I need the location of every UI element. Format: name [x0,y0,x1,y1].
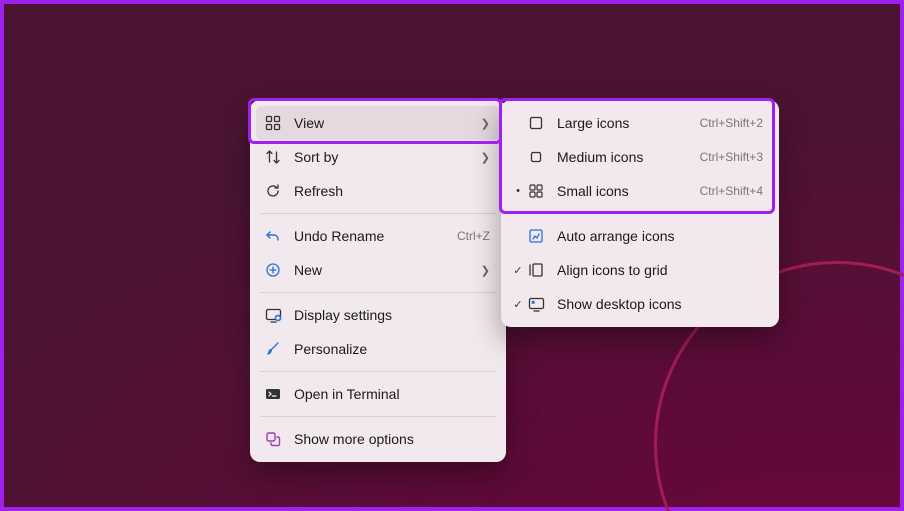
menu-sort-by[interactable]: Sort by ❯ [256,140,500,174]
menu-label: View [294,115,475,131]
menu-label: Auto arrange icons [557,228,763,244]
sort-icon [264,148,282,166]
submenu-align-to-grid[interactable]: ✓ Align icons to grid [507,253,773,287]
submenu-show-desktop-icons[interactable]: ✓ Show desktop icons [507,287,773,321]
new-icon [264,261,282,279]
menu-refresh[interactable]: Refresh [256,174,500,208]
terminal-icon [264,385,282,403]
display-icon [264,306,282,324]
menu-label: Small icons [557,183,690,199]
menu-accel: Ctrl+Shift+4 [700,184,763,198]
desktop-screenshot: View ❯ Sort by ❯ Refresh Undo Rename Ctr… [0,0,904,511]
large-square-icon [527,114,545,132]
menu-terminal[interactable]: Open in Terminal [256,377,500,411]
menu-separator [260,416,496,417]
check-marker-checked: ✓ [511,264,525,277]
menu-accel: Ctrl+Shift+3 [700,150,763,164]
chevron-right-icon: ❯ [481,117,490,130]
menu-new[interactable]: New ❯ [256,253,500,287]
menu-display-settings[interactable]: Display settings [256,298,500,332]
menu-label: Undo Rename [294,228,447,244]
more-icon [264,430,282,448]
grid-icon [264,114,282,132]
menu-label: Show more options [294,431,490,447]
medium-square-icon [527,148,545,166]
menu-view[interactable]: View ❯ [256,106,500,140]
menu-separator [260,371,496,372]
submenu-small-icons[interactable]: • Small icons Ctrl+Shift+4 [507,174,773,208]
chevron-right-icon: ❯ [481,151,490,164]
menu-more-options[interactable]: Show more options [256,422,500,456]
submenu-large-icons[interactable]: Large icons Ctrl+Shift+2 [507,106,773,140]
small-grid-icon [527,182,545,200]
menu-label: Show desktop icons [557,296,763,312]
menu-label: Large icons [557,115,690,131]
menu-label: Medium icons [557,149,690,165]
menu-label: Sort by [294,149,475,165]
context-menu-main: View ❯ Sort by ❯ Refresh Undo Rename Ctr… [250,100,506,462]
menu-separator [511,213,769,214]
menu-label: Align icons to grid [557,262,763,278]
radio-marker-selected: • [511,185,525,197]
undo-icon [264,227,282,245]
menu-accel: Ctrl+Z [457,229,490,243]
menu-separator [260,213,496,214]
menu-personalize[interactable]: Personalize [256,332,500,366]
menu-label: Refresh [294,183,490,199]
refresh-icon [264,182,282,200]
desktop-icons-icon [527,295,545,313]
menu-label: Display settings [294,307,490,323]
submenu-medium-icons[interactable]: Medium icons Ctrl+Shift+3 [507,140,773,174]
context-menu-view-submenu: Large icons Ctrl+Shift+2 Medium icons Ct… [501,100,779,327]
check-marker-checked: ✓ [511,298,525,311]
align-grid-icon [527,261,545,279]
menu-label: Personalize [294,341,490,357]
menu-accel: Ctrl+Shift+2 [700,116,763,130]
menu-label: New [294,262,475,278]
brush-icon [264,340,282,358]
menu-label: Open in Terminal [294,386,490,402]
menu-undo[interactable]: Undo Rename Ctrl+Z [256,219,500,253]
menu-separator [260,292,496,293]
submenu-auto-arrange[interactable]: Auto arrange icons [507,219,773,253]
auto-arrange-icon [527,227,545,245]
chevron-right-icon: ❯ [481,264,490,277]
